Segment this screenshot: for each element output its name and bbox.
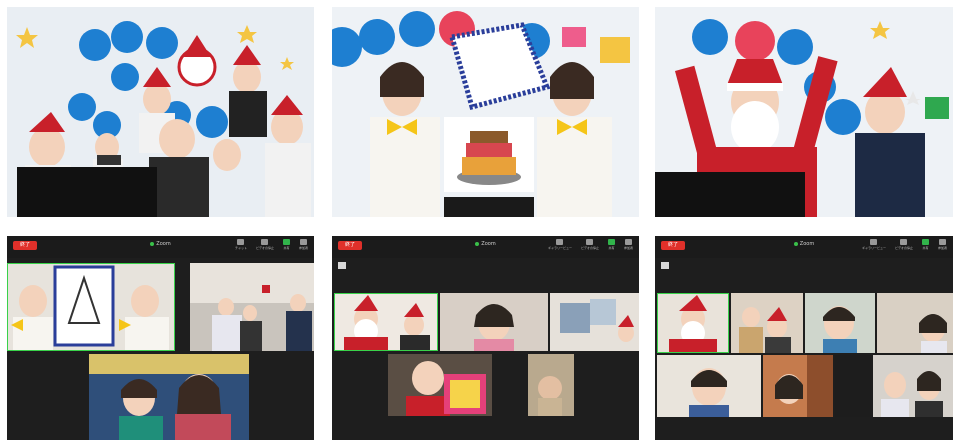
video-icon xyxy=(900,239,908,245)
video-button[interactable]: ビデオの停止 xyxy=(895,239,913,250)
share-icon xyxy=(607,239,615,245)
zoom-screenshot-3: 終了 Zoom ギャラリービュー ビデオの停止 共有 参加者 xyxy=(655,236,953,440)
video-tile[interactable] xyxy=(835,355,871,417)
santa-photo-illustration xyxy=(655,7,953,217)
zoom-toolbar: 終了 Zoom チャット ビデオの停止 共有 参加者 xyxy=(7,236,314,258)
share-button[interactable]: 共有 xyxy=(282,239,290,250)
photo-santa-waving xyxy=(655,7,953,217)
status-dot-icon xyxy=(793,241,798,246)
screen-icon xyxy=(338,262,346,269)
gallery-icon xyxy=(870,239,878,245)
share-icon xyxy=(282,239,290,245)
zoom-toolbar: 終了 Zoom ギャラリービュー ビデオの停止 共有 参加者 xyxy=(332,236,639,258)
gallery-icon xyxy=(556,239,564,245)
video-tile[interactable] xyxy=(89,354,249,440)
chat-icon xyxy=(237,239,245,245)
video-tile[interactable] xyxy=(805,293,875,353)
video-tile[interactable] xyxy=(877,293,953,353)
video-tile[interactable] xyxy=(7,263,175,351)
video-tile[interactable] xyxy=(388,354,492,416)
zoom-screenshot-2: 終了 Zoom ギャラリービュー ビデオの停止 共有 参加者 xyxy=(332,236,639,440)
video-tile[interactable] xyxy=(657,355,761,417)
participants-icon xyxy=(938,239,946,245)
video-icon xyxy=(586,239,594,245)
group-photo-illustration xyxy=(7,7,314,217)
video-tile[interactable] xyxy=(657,293,729,353)
zoom-screenshot-1: 終了 Zoom チャット ビデオの停止 共有 参加者 xyxy=(7,236,314,440)
gallery-view-button[interactable]: ギャラリービュー xyxy=(548,239,572,250)
gallery-view-button[interactable]: ギャラリービュー xyxy=(862,239,886,250)
participants-icon xyxy=(624,239,632,245)
zoom-tool-group: チャット ビデオの停止 共有 参加者 xyxy=(235,239,308,250)
video-button[interactable]: ビデオの停止 xyxy=(581,239,599,250)
status-dot-icon xyxy=(150,241,155,246)
share-panel[interactable] xyxy=(338,262,356,271)
video-button[interactable]: ビデオの停止 xyxy=(256,239,274,250)
share-panel[interactable] xyxy=(661,262,679,271)
share-button[interactable]: 共有 xyxy=(921,239,929,250)
share-button[interactable]: 共有 xyxy=(607,239,615,250)
zoom-tool-group: ギャラリービュー ビデオの停止 共有 参加者 xyxy=(548,239,633,250)
participants-button[interactable]: 参加者 xyxy=(299,239,308,250)
video-tile[interactable] xyxy=(763,355,833,417)
photo-ouchi-de-christmas-group xyxy=(7,7,314,217)
participants-button[interactable]: 参加者 xyxy=(938,239,947,250)
status-dot-icon xyxy=(475,241,480,246)
video-tile[interactable] xyxy=(334,293,438,351)
participants-icon xyxy=(299,239,307,245)
chat-button[interactable]: チャット xyxy=(235,239,247,250)
video-icon xyxy=(261,239,269,245)
video-tile[interactable] xyxy=(731,293,803,353)
video-tile[interactable] xyxy=(550,293,639,351)
video-tile[interactable] xyxy=(528,354,574,416)
participants-button[interactable]: 参加者 xyxy=(624,239,633,250)
photo-cake-drawing-presentation xyxy=(332,7,639,217)
zoom-toolbar: 終了 Zoom ギャラリービュー ビデオの停止 共有 参加者 xyxy=(655,236,953,258)
screen-icon xyxy=(661,262,669,269)
video-tile[interactable] xyxy=(190,263,314,351)
share-icon xyxy=(921,239,929,245)
zoom-tool-group: ギャラリービュー ビデオの停止 共有 参加者 xyxy=(862,239,947,250)
video-tile[interactable] xyxy=(873,355,953,417)
video-tile[interactable] xyxy=(440,293,548,351)
cake-photo-illustration xyxy=(332,7,639,217)
